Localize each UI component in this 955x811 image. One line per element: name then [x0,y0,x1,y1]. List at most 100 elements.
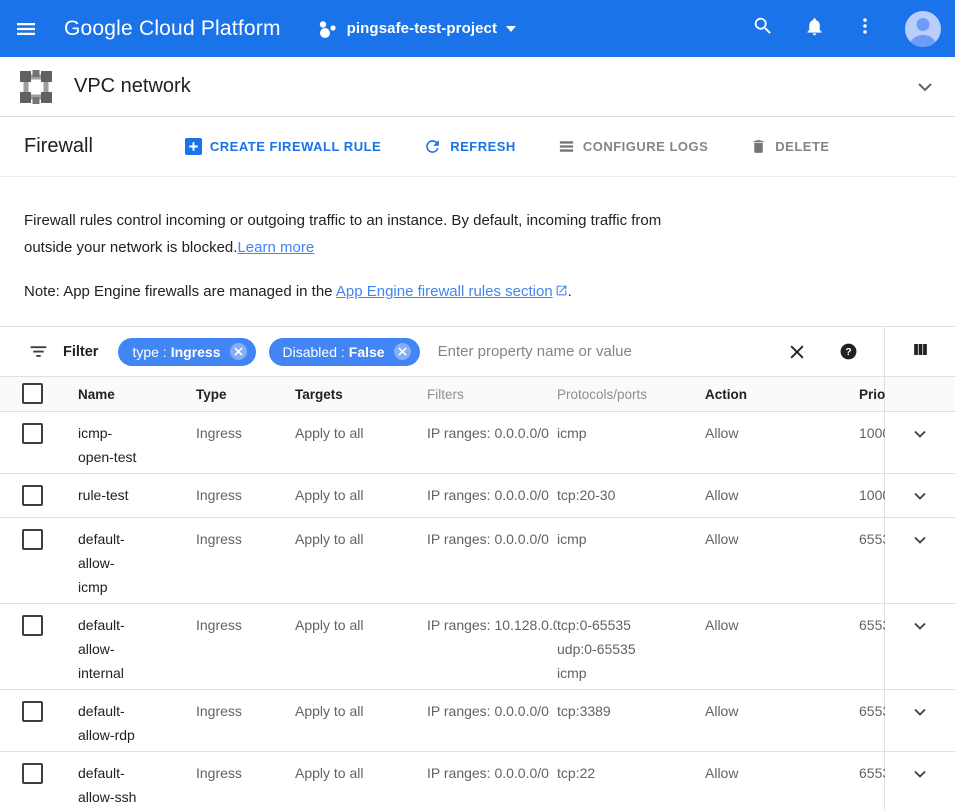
filter-input[interactable] [436,342,787,361]
vpc-network-icon [16,67,56,107]
column-display-icon [911,340,930,359]
trash-icon [750,138,767,155]
expand-row-button[interactable] [910,764,930,789]
rule-type: Ingress [196,613,295,637]
project-selector[interactable]: pingsafe-test-project [318,19,516,39]
learn-more-link[interactable]: Learn more [237,239,314,256]
rule-type: Ingress [196,421,295,445]
clear-filters-button[interactable] [787,342,807,362]
row-checkbox[interactable] [22,423,43,444]
chevron-down-icon [913,75,937,99]
chip-key: type : [132,344,166,360]
svg-text:?: ? [845,347,851,358]
expand-row-button[interactable] [910,486,930,511]
expand-row-button[interactable] [910,530,930,555]
row-checkbox[interactable] [22,485,43,506]
rule-targets: Apply to all [295,421,427,445]
configure-logs-icon [558,138,575,155]
expand-row-button[interactable] [910,702,930,727]
table-row: default-allow-icmp Ingress Apply to all … [0,518,955,604]
rule-targets: Apply to all [295,761,427,785]
chip-close-button[interactable] [230,343,247,360]
chevron-down-icon [910,424,930,444]
note-prefix: Note: App Engine firewalls are managed i… [24,283,336,300]
filter-chip-disabled[interactable]: Disabled :False [269,338,420,366]
chevron-down-icon [910,764,930,784]
table-row: default-allow-internal Ingress Apply to … [0,604,955,690]
rule-protocols: tcp:20-30 [557,483,705,507]
firewall-rule-name[interactable]: default-allow-ssh [78,761,196,809]
filter-help-button[interactable]: ? [839,342,858,361]
top-app-bar: Google Cloud Platform pingsafe-test-proj… [0,0,955,57]
chip-key: Disabled : [283,344,345,360]
collapse-section-button[interactable] [913,75,937,99]
delete-label: DELETE [775,139,829,154]
table-row: rule-test Ingress Apply to all IP ranges… [0,474,955,518]
notifications-button[interactable] [804,16,825,42]
row-checkbox[interactable] [22,763,43,784]
more-vertical-icon [855,16,875,36]
firewall-description: Firewall rules control incoming or outgo… [0,177,955,326]
chevron-down-icon [910,530,930,550]
rule-protocols: tcp:3389 [557,699,705,723]
menu-icon [14,17,38,41]
column-header-protocols: Protocols/ports [557,387,705,402]
help-icon: ? [839,342,858,361]
filter-label: Filter [63,344,98,360]
row-checkbox[interactable] [22,701,43,722]
filter-list-icon [28,341,49,362]
chevron-down-icon [910,616,930,636]
table-header: Name Type Targets Filters Protocols/port… [0,377,955,412]
filter-chip-type[interactable]: type : Ingress [118,338,255,366]
rule-protocols: icmp [557,527,705,551]
configure-logs-label: CONFIGURE LOGS [583,139,708,154]
plus-icon [185,138,202,155]
row-checkbox[interactable] [22,529,43,550]
firewall-rule-name[interactable]: default-allow-icmp [78,527,196,599]
chip-close-button[interactable] [394,343,411,360]
rule-type: Ingress [196,527,295,551]
table-row: default-allow-rdp Ingress Apply to all I… [0,690,955,752]
google-cloud-platform-logo[interactable]: Google Cloud Platform [64,17,281,41]
select-all-checkbox[interactable] [22,383,43,404]
more-options-button[interactable] [855,16,875,41]
search-icon [752,15,774,37]
topbar-actions [752,11,945,47]
search-button[interactable] [752,15,774,42]
chevron-down-icon [910,702,930,722]
rule-priority: 65534 [859,527,885,551]
rule-action: Allow [705,699,859,723]
account-avatar[interactable] [905,11,941,47]
app-engine-firewall-link[interactable]: App Engine firewall rules section [336,283,568,300]
filter-bar: Filter type : Ingress Disabled :False [0,326,955,377]
rule-filters: IP ranges: 0.0.0.0/0 [427,699,557,723]
rule-protocols: tcp:22 [557,761,705,785]
rule-action: Allow [705,483,859,507]
expand-row-button[interactable] [910,616,930,641]
expand-row-button[interactable] [910,424,930,449]
chip-value: Ingress [171,344,221,360]
menu-button[interactable] [14,17,38,41]
chevron-down-icon [910,486,930,506]
rule-type: Ingress [196,483,295,507]
refresh-label: REFRESH [450,139,516,154]
rule-filters: IP ranges: 10.128.0.0/9 [427,613,557,637]
refresh-button[interactable]: REFRESH [423,137,516,156]
firewall-rule-name[interactable]: rule-test [78,483,196,507]
column-display-button[interactable] [911,340,930,364]
chip-value: False [349,344,385,360]
delete-button[interactable]: DELETE [750,138,829,155]
create-firewall-rule-label: CREATE FIREWALL RULE [210,139,381,154]
firewall-rule-name[interactable]: default-allow-internal [78,613,196,685]
row-checkbox[interactable] [22,615,43,636]
rule-targets: Apply to all [295,699,427,723]
note-link-text: App Engine firewall rules section [336,283,553,300]
rule-filters: IP ranges: 0.0.0.0/0 [427,483,557,507]
rule-filters: IP ranges: 0.0.0.0/0 [427,761,557,785]
create-firewall-rule-button[interactable]: CREATE FIREWALL RULE [185,138,381,155]
configure-logs-button[interactable]: CONFIGURE LOGS [558,138,708,155]
firewall-rule-name[interactable]: icmp-open-test [78,421,196,469]
firewall-rule-name[interactable]: default-allow-rdp [78,699,196,747]
rule-filters: IP ranges: 0.0.0.0/0 [427,527,557,551]
app-engine-note: Note: App Engine firewalls are managed i… [24,278,679,305]
